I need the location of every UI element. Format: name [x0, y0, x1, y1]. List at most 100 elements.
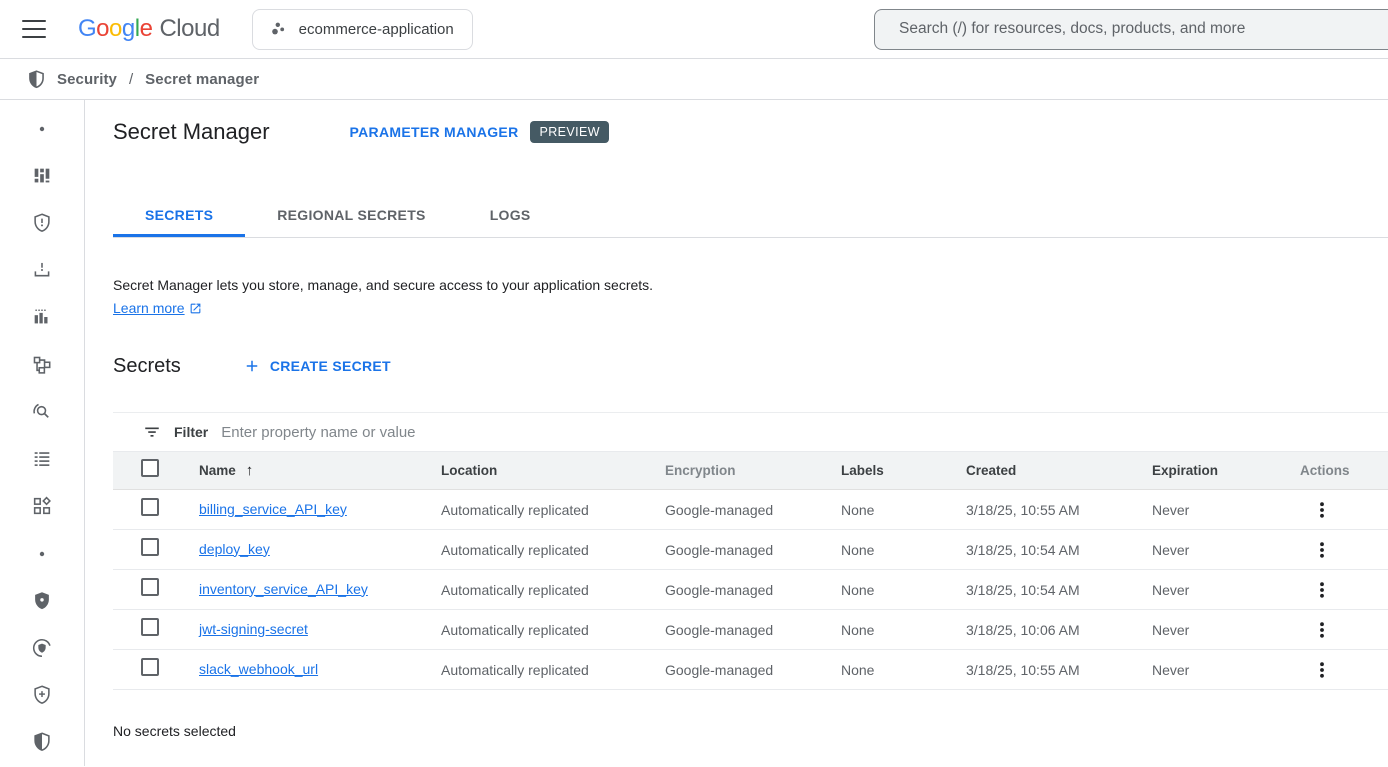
secret-expiration: Never — [1152, 622, 1300, 638]
shield-plus-icon[interactable] — [0, 672, 84, 719]
secret-name-link[interactable]: deploy_key — [199, 541, 270, 557]
create-secret-button[interactable]: CREATE SECRET — [243, 357, 391, 375]
secret-expiration: Never — [1152, 662, 1300, 678]
row-actions-menu-button[interactable] — [1310, 658, 1334, 682]
kebab-menu-icon — [1313, 581, 1331, 599]
column-header-expiration[interactable]: Expiration — [1152, 463, 1300, 478]
tab-regional-secrets[interactable]: REGIONAL SECRETS — [245, 193, 457, 237]
secret-name-link[interactable]: inventory_service_API_key — [199, 581, 368, 597]
tab-secrets[interactable]: SECRETS — [113, 193, 245, 237]
secret-encryption: Google-managed — [665, 622, 841, 638]
table-row: jwt-signing-secret Automatically replica… — [113, 610, 1388, 650]
security-shield-icon — [26, 69, 47, 90]
row-actions-menu-button[interactable] — [1310, 578, 1334, 602]
secret-labels: None — [841, 542, 966, 558]
row-checkbox[interactable] — [141, 498, 159, 516]
analytics-bars-icon[interactable] — [0, 294, 84, 341]
table-row: billing_service_API_key Automatically re… — [113, 490, 1388, 530]
table-body: billing_service_API_key Automatically re… — [113, 490, 1388, 690]
risk-overview-icon[interactable] — [0, 152, 84, 199]
sort-ascending-icon[interactable]: ↑ — [246, 462, 254, 479]
breadcrumb-section[interactable]: Security — [57, 71, 117, 88]
page-title: Secret Manager — [113, 119, 270, 145]
project-name: ecommerce-application — [299, 21, 454, 38]
column-header-labels[interactable]: Labels — [841, 463, 966, 478]
secret-expiration: Never — [1152, 542, 1300, 558]
secret-encryption: Google-managed — [665, 662, 841, 678]
threats-shield-alert-icon[interactable] — [0, 199, 84, 246]
hierarchy-icon[interactable] — [0, 341, 84, 388]
secret-location: Automatically replicated — [441, 582, 665, 598]
breadcrumb: Security / Secret manager — [0, 59, 1388, 100]
column-header-actions: Actions — [1300, 463, 1388, 478]
row-checkbox[interactable] — [141, 658, 159, 676]
row-actions-menu-button[interactable] — [1310, 618, 1334, 642]
secret-expiration: Never — [1152, 582, 1300, 598]
secret-encryption: Google-managed — [665, 502, 841, 518]
logo-cloud-word: Cloud — [159, 15, 219, 43]
tab-bar: SECRETS REGIONAL SECRETS LOGS — [113, 193, 1388, 238]
google-cloud-logo: Google Cloud — [78, 15, 220, 43]
global-search[interactable] — [874, 9, 1388, 50]
learn-more-link[interactable]: Learn more — [113, 300, 185, 316]
row-checkbox[interactable] — [141, 578, 159, 596]
nav-dot-icon[interactable] — [0, 530, 84, 577]
filter-icon — [143, 423, 161, 441]
kebab-menu-icon — [1313, 541, 1331, 559]
secrets-section-title: Secrets — [113, 355, 181, 378]
secret-encryption: Google-managed — [665, 582, 841, 598]
select-all-checkbox[interactable] — [141, 459, 159, 477]
external-link-icon — [189, 302, 202, 315]
secret-labels: None — [841, 582, 966, 598]
kebab-menu-icon — [1313, 621, 1331, 639]
preview-badge: PREVIEW — [530, 121, 608, 143]
row-actions-menu-button[interactable] — [1310, 498, 1334, 522]
row-checkbox[interactable] — [141, 618, 159, 636]
secret-created: 3/18/25, 10:55 AM — [966, 662, 1152, 678]
secret-name-link[interactable]: jwt-signing-secret — [199, 621, 308, 637]
secret-expiration: Never — [1152, 502, 1300, 518]
kebab-menu-icon — [1313, 661, 1331, 679]
findings-tray-icon[interactable] — [0, 247, 84, 294]
column-header-created[interactable]: Created — [966, 463, 1152, 478]
column-header-name[interactable]: Name↑ — [199, 462, 441, 479]
secret-location: Automatically replicated — [441, 662, 665, 678]
left-nav-rail — [0, 100, 85, 766]
menu-icon[interactable] — [22, 20, 46, 38]
scan-search-icon[interactable] — [0, 388, 84, 435]
table-header-row: Name↑ Location Encryption Labels Created… — [113, 452, 1388, 490]
secret-name-link[interactable]: slack_webhook_url — [199, 661, 318, 677]
secret-encryption: Google-managed — [665, 542, 841, 558]
secret-location: Automatically replicated — [441, 502, 665, 518]
table-row: deploy_key Automatically replicated Goog… — [113, 530, 1388, 570]
project-icon — [271, 21, 287, 37]
selection-status: No secrets selected — [113, 723, 1388, 739]
filter-input[interactable] — [221, 424, 1388, 441]
project-selector[interactable]: ecommerce-application — [252, 9, 473, 50]
nav-dot-icon[interactable] — [0, 105, 84, 152]
row-checkbox[interactable] — [141, 538, 159, 556]
secret-created: 3/18/25, 10:54 AM — [966, 542, 1152, 558]
column-header-encryption: Encryption — [665, 463, 841, 478]
tab-logs[interactable]: LOGS — [458, 193, 563, 237]
security-half-shield-icon[interactable] — [0, 719, 84, 766]
list-icon[interactable] — [0, 436, 84, 483]
secret-labels: None — [841, 662, 966, 678]
table-row: slack_webhook_url Automatically replicat… — [113, 650, 1388, 690]
secrets-table: Filter Name↑ Location Encryption Labels … — [113, 412, 1388, 690]
secret-created: 3/18/25, 10:06 AM — [966, 622, 1152, 638]
parameter-manager-link[interactable]: PARAMETER MANAGER — [350, 124, 519, 140]
logo-google-word: Google — [78, 15, 152, 43]
row-actions-menu-button[interactable] — [1310, 538, 1334, 562]
kebab-menu-icon — [1313, 501, 1331, 519]
shield-filled-icon[interactable] — [0, 577, 84, 624]
filter-bar[interactable]: Filter — [113, 413, 1388, 452]
filter-label[interactable]: Filter — [174, 424, 208, 440]
secret-location: Automatically replicated — [441, 622, 665, 638]
compliance-circle-shield-icon[interactable] — [0, 624, 84, 671]
secret-name-link[interactable]: billing_service_API_key — [199, 501, 347, 517]
column-header-location[interactable]: Location — [441, 463, 665, 478]
plus-icon — [243, 357, 261, 375]
apps-diamond-icon[interactable] — [0, 483, 84, 530]
search-input[interactable] — [875, 20, 1388, 38]
